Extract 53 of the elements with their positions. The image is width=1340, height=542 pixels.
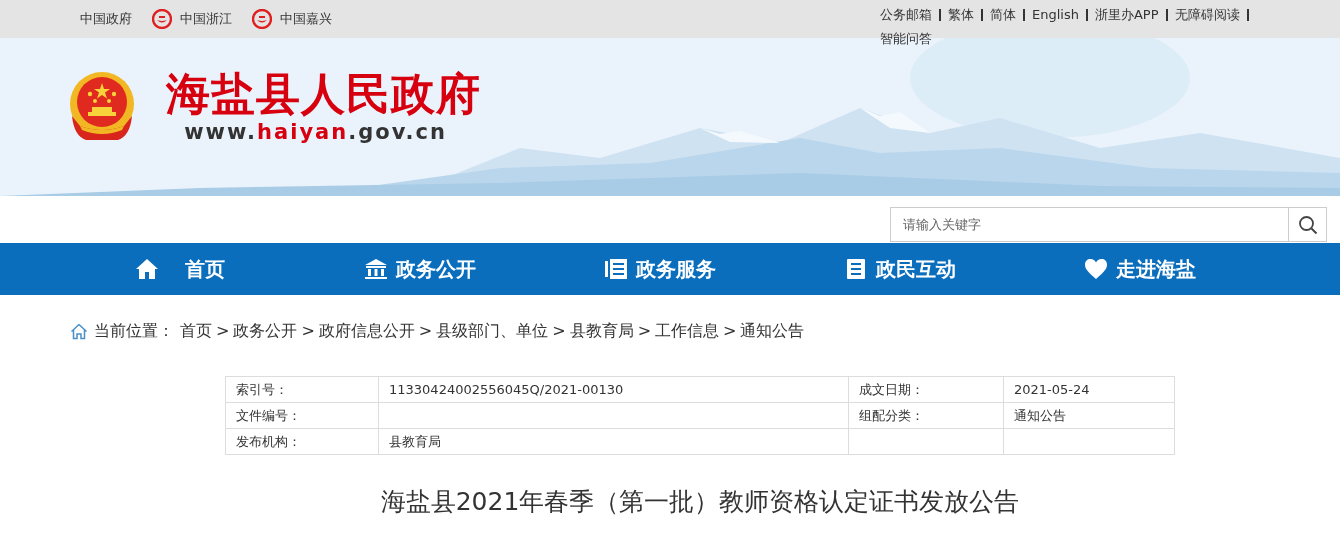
home-icon — [135, 258, 159, 280]
breadcrumb-separator: > — [637, 321, 652, 340]
emblem-icon — [252, 9, 272, 29]
top-link[interactable]: 简体 — [990, 6, 1016, 24]
breadcrumb-label: 当前位置： — [94, 321, 174, 342]
breadcrumb-separator: > — [216, 321, 230, 340]
table-cell: 县教育局 — [378, 428, 849, 455]
breadcrumb-link[interactable]: 政府信息公开 — [318, 321, 415, 340]
field-label: 成文日期： — [848, 376, 1004, 403]
table-cell: 通知公告 — [1003, 402, 1175, 429]
breadcrumb-link[interactable]: 县级部门、单位 — [436, 321, 549, 340]
site-title: 海盐县人民政府 — [166, 68, 481, 120]
search-icon — [1297, 214, 1318, 235]
breadcrumb-separator: > — [723, 321, 737, 340]
breadcrumb-separator: > — [418, 321, 433, 340]
nav-item[interactable]: 首页 — [60, 243, 300, 295]
top-link[interactable]: 中国浙江 — [152, 9, 232, 29]
top-link[interactable]: 无障碍阅读 — [1174, 6, 1240, 24]
top-link[interactable]: 中国嘉兴 — [252, 9, 332, 29]
table-cell: 2021-05-24 — [1003, 376, 1175, 403]
search-button[interactable] — [1288, 207, 1327, 242]
field-label: 文件编号： — [225, 402, 379, 429]
top-link[interactable]: 中国政府 — [80, 10, 132, 28]
breadcrumb-separator: > — [301, 321, 315, 340]
emblem-icon — [152, 9, 172, 29]
breadcrumb-link[interactable]: 工作信息 — [655, 321, 720, 340]
list-icon — [604, 258, 628, 280]
field-label: 发布机构： — [225, 428, 379, 455]
field-label: 组配分类： — [848, 402, 1004, 429]
site-url: www.haiyan.gov.cn — [184, 120, 447, 144]
nav-item[interactable]: 政务公开 — [300, 243, 540, 295]
top-link[interactable]: 智能问答 — [880, 30, 932, 48]
breadcrumb-link[interactable]: 首页 — [180, 321, 212, 340]
nav-item[interactable]: 政务服务 — [540, 243, 780, 295]
home-icon — [70, 323, 88, 340]
heart-icon — [1084, 258, 1108, 280]
top-link[interactable]: 繁体 — [948, 6, 974, 24]
nav-item[interactable]: 政民互动 — [780, 243, 1020, 295]
article-title: 海盐县2021年春季（第一批）教师资格认定证书发放公告 — [379, 486, 1021, 518]
building-icon — [364, 258, 388, 280]
top-link[interactable]: English — [1032, 6, 1079, 24]
document-icon — [844, 258, 868, 280]
field-label: 索引号： — [225, 376, 379, 403]
breadcrumb-link[interactable]: 县教育局 — [569, 321, 634, 340]
breadcrumb-separator: > — [552, 321, 566, 340]
top-link[interactable]: 浙里办APP — [1094, 6, 1159, 24]
breadcrumb-link[interactable]: 政务公开 — [233, 321, 298, 340]
table-cell: 11330424002556045Q/2021-00130 — [378, 376, 849, 403]
emblem-icon — [68, 70, 136, 142]
nav-item[interactable]: 走进海盐 — [1020, 243, 1260, 295]
top-link[interactable]: 公务邮箱 — [880, 6, 932, 24]
breadcrumb-link[interactable]: 通知公告 — [740, 321, 805, 340]
search-field[interactable]: 请输入关键字 — [890, 207, 1288, 242]
